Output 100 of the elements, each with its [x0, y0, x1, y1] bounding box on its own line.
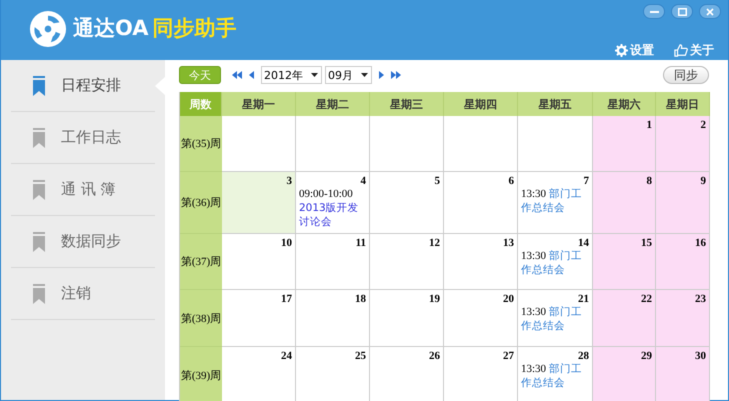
day-number: 12 [429, 237, 440, 249]
day-number: 23 [695, 293, 706, 305]
day-number: 30 [695, 350, 706, 362]
day-number: 24 [281, 350, 292, 362]
minimize-button[interactable] [643, 4, 665, 19]
day-cell[interactable]: 8 [593, 172, 656, 234]
minimize-icon [650, 10, 658, 12]
caret-icon [361, 73, 368, 77]
day-cell[interactable]: 3 [222, 172, 296, 234]
day-number: 28 [578, 350, 589, 362]
day-cell[interactable]: 17 [222, 290, 296, 347]
close-icon [706, 8, 714, 16]
day-cell[interactable]: 2 [656, 116, 710, 172]
day-number: 8 [646, 175, 652, 187]
bookmark-icon [33, 284, 45, 304]
column-header: 星期五 [518, 92, 593, 116]
day-number: 26 [429, 350, 440, 362]
sync-button[interactable]: 同步 [663, 66, 709, 84]
column-header: 星期一 [222, 92, 296, 116]
column-header: 星期三 [370, 92, 444, 116]
day-cell[interactable]: 5 [370, 172, 444, 234]
month-select[interactable]: 09月 [325, 66, 372, 84]
day-number: 15 [641, 237, 652, 249]
day-number: 3 [286, 175, 292, 187]
day-number: 21 [578, 293, 589, 305]
sidebar-item[interactable]: 通 讯 簿 [61, 180, 116, 199]
sidebar-item[interactable]: 数据同步 [61, 232, 121, 251]
week-label: 第(39)周 [180, 347, 222, 401]
year-select[interactable]: 2012年 [261, 66, 322, 84]
day-number: 14 [578, 237, 589, 249]
settings-icon [615, 44, 628, 57]
close-button[interactable] [699, 4, 721, 19]
event-entry[interactable]: 13:30 部门工作总结会 [521, 362, 589, 390]
day-cell[interactable]: 14 13:30 部门工作总结会 [518, 234, 593, 290]
day-cell[interactable]: 30 [656, 347, 710, 401]
day-cell[interactable]: 23 [656, 290, 710, 347]
event-entry[interactable]: 13:30 部门工作总结会 [521, 187, 589, 215]
sidebar-item[interactable]: 日程安排 [61, 76, 121, 95]
day-number: 25 [355, 350, 366, 362]
sidebar-item[interactable]: 工作日志 [61, 128, 121, 147]
day-cell[interactable]: 6 [444, 172, 518, 234]
column-header: 周数 [180, 92, 222, 116]
day-cell[interactable]: 22 [593, 290, 656, 347]
day-number: 13 [503, 237, 514, 249]
day-cell[interactable]: 9 [656, 172, 710, 234]
maximize-icon [678, 8, 686, 16]
day-number: 27 [503, 350, 514, 362]
thumbs-up-icon [674, 44, 688, 57]
week-label: 第(36)周 [180, 172, 222, 234]
day-number: 2 [700, 119, 706, 131]
week-label: 第(38)周 [180, 290, 222, 347]
column-header: 星期二 [296, 92, 370, 116]
bookmark-icon [33, 232, 45, 252]
day-cell[interactable]: 16 [656, 234, 710, 290]
day-cell[interactable]: 29 [593, 347, 656, 401]
day-number: 29 [641, 350, 652, 362]
day-cell[interactable]: 11 [296, 234, 370, 290]
maximize-button[interactable] [671, 4, 693, 19]
day-cell[interactable]: 20 [444, 290, 518, 347]
app-title: 通达OA [73, 15, 149, 42]
week-label: 第(35)周 [180, 116, 222, 172]
day-cell[interactable]: 1 [593, 116, 656, 172]
day-cell[interactable]: 26 [370, 347, 444, 401]
day-cell[interactable]: 24 [222, 347, 296, 401]
event-entry[interactable]: 13:30 部门工作总结会 [521, 305, 589, 333]
day-cell[interactable]: 10 [222, 234, 296, 290]
day-number: 1 [646, 119, 652, 131]
event-entry[interactable]: 13:30 部门工作总结会 [521, 249, 589, 277]
day-cell[interactable]: 4 09:00-10:00 2013版开发讨论会 [296, 172, 370, 234]
bookmark-icon [33, 180, 45, 200]
day-number: 22 [641, 293, 652, 305]
day-cell[interactable]: 19 [370, 290, 444, 347]
day-cell[interactable]: 18 [296, 290, 370, 347]
day-cell[interactable]: 13 [444, 234, 518, 290]
day-cell[interactable]: 27 [444, 347, 518, 401]
day-number: 10 [281, 237, 292, 249]
app-subtitle: 同步助手 [152, 15, 237, 42]
column-header: 星期四 [444, 92, 518, 116]
bookmark-icon [33, 76, 45, 96]
event-entry[interactable]: 09:00-10:00 2013版开发讨论会 [299, 187, 366, 229]
logo-icon [29, 10, 67, 48]
first-arrow-icon[interactable] [232, 70, 243, 80]
bookmark-icon [33, 128, 45, 148]
last-arrow-icon[interactable] [391, 70, 402, 80]
day-number: 16 [695, 237, 706, 249]
day-cell[interactable]: 28 13:30 部门工作总结会 [518, 347, 593, 401]
sidebar-item[interactable]: 注销 [61, 284, 91, 303]
day-cell[interactable]: 7 13:30 部门工作总结会 [518, 172, 593, 234]
prev-arrow-icon[interactable] [249, 70, 255, 80]
day-number: 19 [429, 293, 440, 305]
caret-icon [311, 73, 318, 77]
week-label: 第(37)周 [180, 234, 222, 290]
day-cell[interactable]: 15 [593, 234, 656, 290]
day-cell[interactable]: 25 [296, 347, 370, 401]
column-header: 星期日 [656, 92, 710, 116]
day-number: 5 [434, 175, 440, 187]
day-cell[interactable]: 12 [370, 234, 444, 290]
day-number: 6 [508, 175, 514, 187]
day-cell[interactable]: 21 13:30 部门工作总结会 [518, 290, 593, 347]
next-arrow-icon[interactable] [379, 70, 385, 80]
